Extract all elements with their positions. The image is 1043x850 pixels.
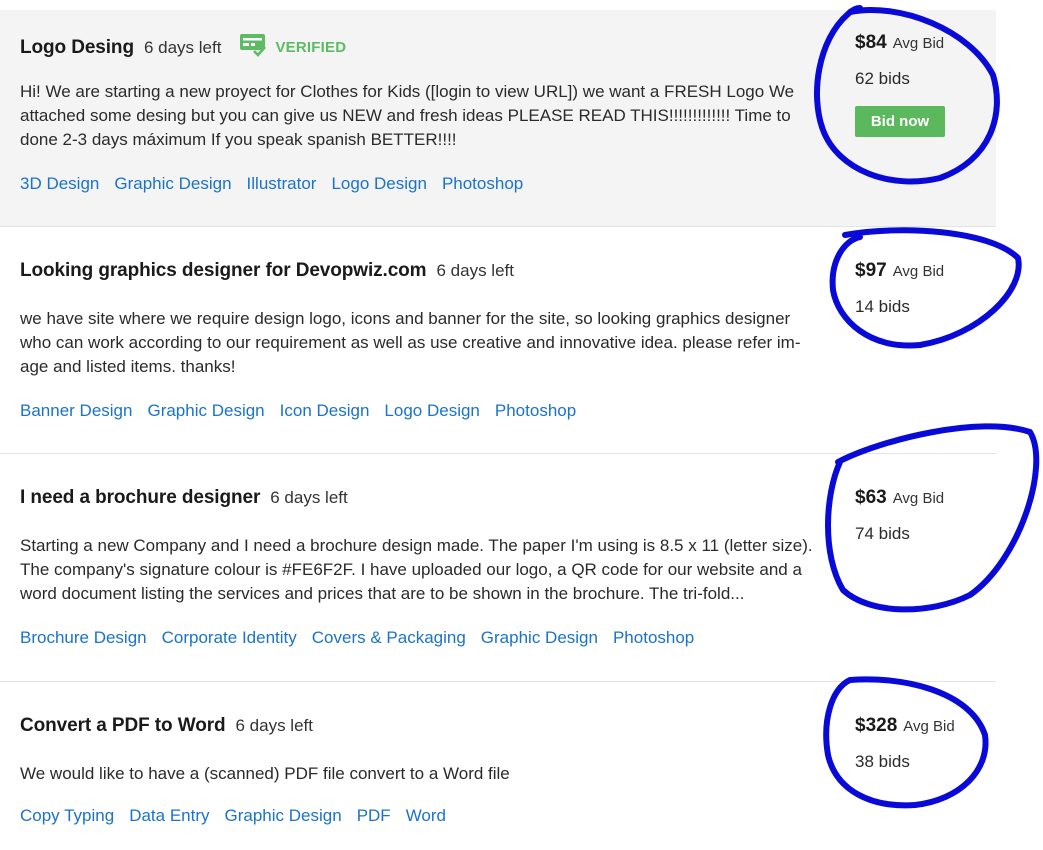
project-description: We would like to have a (scanned) PDF fi… xyxy=(20,764,510,783)
avg-bid-amount: $84 xyxy=(855,32,887,53)
bid-count: 14 bids xyxy=(855,297,910,316)
avg-bid-label: Avg Bid xyxy=(903,718,955,735)
verified-label: VERIFIED xyxy=(275,39,347,56)
skill-tags: Copy Typing Data Entry Graphic Design PD… xyxy=(20,806,461,826)
avg-bid-amount: $63 xyxy=(855,487,887,508)
skill-tag[interactable]: Graphic Design xyxy=(481,628,598,648)
verified-icon xyxy=(239,32,267,63)
avg-bid: $97 Avg Bid xyxy=(855,260,944,282)
project-card: Looking graphics designer for Devopwiz.c… xyxy=(0,227,996,453)
bid-now-button[interactable]: Bid now xyxy=(855,106,945,137)
project-card: Logo Desing 6 days left VERIFIED Hi! We … xyxy=(0,10,996,226)
skill-tag[interactable]: Photoshop xyxy=(495,401,576,421)
skill-tag[interactable]: Graphic Design xyxy=(225,806,342,826)
days-left: 6 days left xyxy=(235,716,314,735)
skill-tags: 3D Design Graphic Design Illustrator Log… xyxy=(20,174,538,194)
avg-bid-amount: $97 xyxy=(855,260,887,281)
avg-bid-label: Avg Bid xyxy=(892,35,945,52)
project-card: I need a brochure designer 6 days left S… xyxy=(0,454,996,681)
skill-tag[interactable]: Banner Design xyxy=(20,401,132,421)
bid-summary: $63 Avg Bid 74 bids xyxy=(855,487,944,543)
project-card: Convert a PDF to Word 6 days left We wou… xyxy=(0,682,996,850)
skill-tag[interactable]: PDF xyxy=(357,806,391,826)
bid-count: 62 bids xyxy=(855,69,910,88)
skill-tags: Banner Design Graphic Design Icon Design… xyxy=(20,401,591,421)
avg-bid-amount: $328 xyxy=(855,715,898,736)
avg-bid: $84 Avg Bid xyxy=(855,32,944,54)
days-left: 6 days left xyxy=(143,37,222,57)
skill-tag[interactable]: Photoshop xyxy=(442,174,523,194)
skill-tag[interactable]: Illustrator xyxy=(247,174,317,194)
skill-tag[interactable]: Graphic Design xyxy=(114,174,231,194)
bid-summary: $328 Avg Bid 38 bids xyxy=(855,715,955,771)
project-title[interactable]: Looking graphics designer for Devopwiz.c… xyxy=(20,260,427,282)
skill-tag[interactable]: Logo Design xyxy=(384,401,479,421)
skill-tags: Brochure Design Corporate Identity Cover… xyxy=(20,628,709,648)
skill-tag[interactable]: Data Entry xyxy=(129,806,209,826)
verified-badge: VERIFIED xyxy=(239,32,346,63)
days-left: 6 days left xyxy=(436,261,514,280)
avg-bid-label: Avg Bid xyxy=(892,263,945,280)
skill-tag[interactable]: 3D Design xyxy=(20,174,99,194)
bid-count: 74 bids xyxy=(855,524,910,543)
skill-tag[interactable]: Covers & Packaging xyxy=(312,628,466,648)
project-header: I need a brochure designer 6 days left xyxy=(20,487,348,509)
project-description: Hi! We are starting a new proyect for Cl… xyxy=(20,82,795,149)
project-title[interactable]: I need a brochure designer xyxy=(20,487,260,509)
skill-tag[interactable]: Icon Design xyxy=(280,401,370,421)
project-description: Starting a new Company and I need a broc… xyxy=(20,536,813,603)
skill-tag[interactable]: Logo Design xyxy=(331,174,426,194)
bid-summary: $84 Avg Bid 62 bids Bid now xyxy=(855,32,945,137)
project-header: Convert a PDF to Word 6 days left xyxy=(20,715,313,737)
bid-count: 38 bids xyxy=(855,752,910,771)
skill-tag[interactable]: Word xyxy=(406,806,446,826)
avg-bid: $328 Avg Bid xyxy=(855,715,955,737)
skill-tag[interactable]: Corporate Identity xyxy=(162,628,297,648)
skill-tag[interactable]: Brochure Design xyxy=(20,628,147,648)
project-title[interactable]: Convert a PDF to Word xyxy=(20,715,226,737)
skill-tag[interactable]: Copy Typing xyxy=(20,806,114,826)
avg-bid-label: Avg Bid xyxy=(892,490,945,507)
skill-tag[interactable]: Photoshop xyxy=(613,628,694,648)
skill-tag[interactable]: Graphic Design xyxy=(147,401,264,421)
project-description: we have site where we require design log… xyxy=(20,309,801,376)
project-header: Looking graphics designer for Devopwiz.c… xyxy=(20,260,514,282)
days-left: 6 days left xyxy=(270,488,348,507)
project-title[interactable]: Logo Desing xyxy=(20,37,134,59)
bid-summary: $97 Avg Bid 14 bids xyxy=(855,260,944,316)
project-header: Logo Desing 6 days left VERIFIED xyxy=(20,32,346,63)
avg-bid: $63 Avg Bid xyxy=(855,487,944,509)
